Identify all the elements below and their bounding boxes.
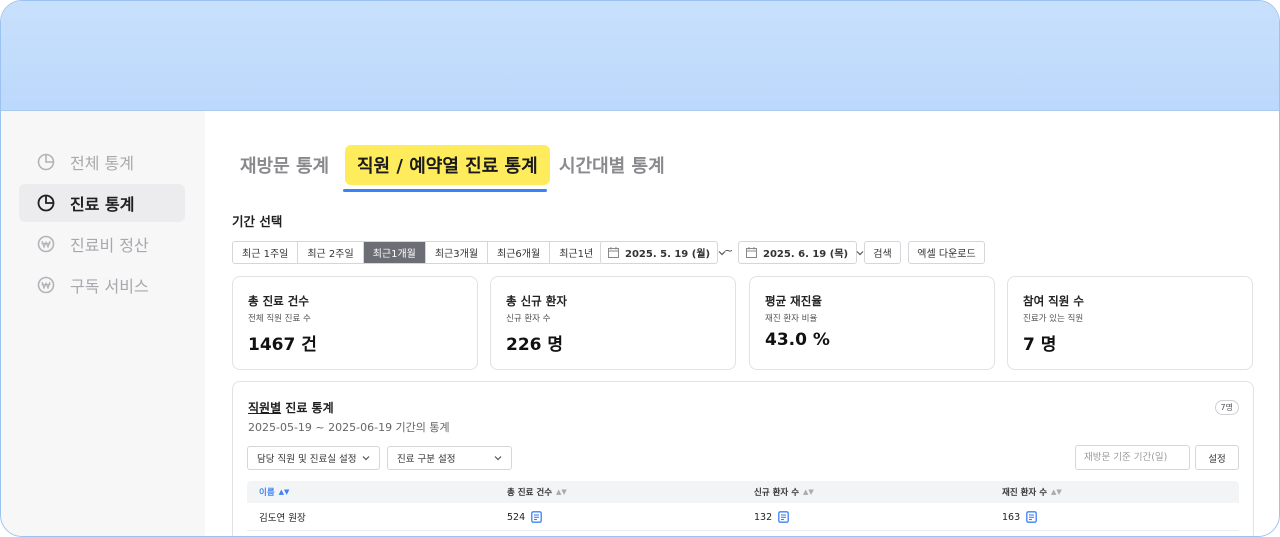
stat-card-total-visits: 총 진료 건수 전체 직원 진료 수 1467 건 — [232, 276, 478, 370]
won-icon — [37, 276, 55, 294]
card-value: 1467 건 — [248, 335, 317, 355]
sort-icon: ▲▼ — [278, 488, 290, 496]
column-header-returning[interactable]: 재진 환자 수 ▲▼ — [1002, 481, 1062, 503]
treatment-type-filter-dropdown[interactable]: 진료 구분 설정 — [387, 446, 512, 470]
column-header-new[interactable]: 신규 환자 수 ▲▼ — [754, 481, 814, 503]
tab-revisit-stats[interactable]: 재방문 통계 — [240, 145, 329, 185]
column-header-name[interactable]: 이름 ▲▼ — [259, 481, 289, 503]
card-title: 참여 직원 수 — [1023, 294, 1084, 308]
stat-card-revisit-rate: 평균 재진율 재진 환자 비율 43.0 % — [749, 276, 995, 370]
won-icon — [37, 235, 55, 253]
staff-count-badge: 7명 — [1214, 400, 1239, 415]
date-range-separator: ~ — [724, 244, 734, 257]
card-title: 총 신규 환자 — [506, 294, 567, 308]
cell-value: 163 — [1002, 511, 1021, 523]
chevron-down-icon — [856, 250, 864, 256]
card-title: 평균 재진율 — [765, 294, 822, 308]
card-value: 226 명 — [506, 335, 564, 355]
sidebar-item-label: 진료 통계 — [70, 195, 135, 214]
sidebar-item-subscription[interactable]: 구독 서비스 — [19, 266, 185, 304]
pie-chart-icon — [37, 153, 55, 171]
column-header-label: 재진 환자 수 — [1002, 488, 1048, 498]
dropdown-label: 진료 구분 설정 — [397, 454, 456, 465]
column-header-label: 신규 환자 수 — [754, 488, 800, 498]
table-header: 이름 ▲▼ 총 진료 건수 ▲▼ 신규 환자 수 ▲▼ 재진 환자 수 ▲▼ — [247, 481, 1239, 503]
sidebar-item-billing[interactable]: 진료비 정산 — [19, 225, 185, 263]
document-icon[interactable] — [1026, 511, 1037, 523]
end-date-value: 2025. 6. 19 (목) — [763, 249, 849, 260]
cell-name: 김도연 원장 — [259, 513, 306, 524]
period-range-selector: 최근 1주일 최근 2주일 최근1개월 최근3개월 최근6개월 최근1년 — [232, 241, 604, 264]
panel-subtitle: 2025-05-19 ~ 2025-06-19 기간의 통계 — [248, 421, 450, 434]
range-1-month-button[interactable]: 최근1개월 — [363, 242, 426, 263]
document-icon[interactable] — [778, 511, 789, 523]
period-label: 기간 선택 — [232, 214, 283, 229]
main-content: 재방문 통계 직원 / 예약열 진료 통계 시간대별 통계 기간 선택 최근 1… — [205, 111, 1279, 536]
sidebar-item-label: 전체 통계 — [70, 154, 134, 173]
sidebar-item-label: 구독 서비스 — [70, 277, 149, 296]
sidebar-item-label: 진료비 정산 — [70, 236, 149, 255]
excel-download-button[interactable]: 엑셀 다운로드 — [908, 241, 985, 264]
start-date-picker[interactable]: 2025. 5. 19 (월) — [600, 241, 726, 264]
range-2-weeks-button[interactable]: 최근 2주일 — [298, 242, 364, 263]
cell-returning: 163 — [1002, 503, 1037, 531]
header-banner — [1, 1, 1279, 111]
document-icon[interactable] — [531, 511, 542, 523]
column-header-label: 총 진료 건수 — [507, 488, 553, 498]
cell-value: 524 — [507, 511, 526, 523]
cell-value: 132 — [754, 511, 773, 523]
tab-hourly-stats[interactable]: 시간대별 통계 — [559, 145, 665, 185]
card-value: 7 명 — [1023, 335, 1057, 355]
card-value: 43.0 % — [765, 330, 830, 350]
panel-title: 직원별 진료 통계 — [248, 399, 334, 416]
sort-icon: ▲▼ — [1051, 488, 1062, 496]
sidebar: 전체 통계 진료 통계 진료비 정산 구독 서비스 — [1, 111, 205, 536]
range-1-week-button[interactable]: 최근 1주일 — [233, 242, 299, 263]
end-date-picker[interactable]: 2025. 6. 19 (목) — [738, 241, 864, 264]
column-header-label: 이름 — [259, 488, 275, 498]
pie-chart-icon — [37, 194, 55, 212]
revisit-period-input[interactable] — [1075, 445, 1190, 470]
set-button[interactable]: 설정 — [1195, 445, 1239, 470]
panel-title-rest: 진료 통계 — [281, 401, 334, 415]
card-subtitle: 전체 직원 진료 수 — [248, 314, 311, 324]
stat-card-new-patients: 총 신규 환자 신규 환자 수 226 명 — [490, 276, 736, 370]
staff-room-filter-dropdown[interactable]: 담당 직원 및 진료실 설정 — [247, 446, 380, 470]
stat-card-staff-count: 참여 직원 수 진료가 있는 직원 7 명 — [1007, 276, 1253, 370]
sort-icon: ▲▼ — [556, 488, 567, 496]
range-1-year-button[interactable]: 최근1년 — [550, 242, 603, 263]
sort-icon: ▲▼ — [803, 488, 814, 496]
dropdown-label: 담당 직원 및 진료실 설정 — [257, 454, 357, 465]
chevron-down-icon — [494, 453, 502, 464]
search-button[interactable]: 검색 — [864, 241, 901, 264]
chevron-down-icon — [362, 453, 370, 464]
calendar-icon — [608, 247, 619, 258]
calendar-icon — [746, 247, 757, 258]
sidebar-item-treatment-stats[interactable]: 진료 통계 — [19, 184, 185, 222]
range-3-months-button[interactable]: 최근3개월 — [425, 242, 489, 263]
sidebar-item-overall-stats[interactable]: 전체 통계 — [19, 143, 185, 181]
tab-staff-reservation-stats[interactable]: 직원 / 예약열 진료 통계 — [345, 145, 550, 185]
card-subtitle: 재진 환자 비율 — [765, 314, 818, 324]
column-header-total[interactable]: 총 진료 건수 ▲▼ — [507, 481, 567, 503]
range-6-months-button[interactable]: 최근6개월 — [488, 242, 551, 263]
cell-total: 524 — [507, 503, 542, 531]
app-window: 전체 통계 진료 통계 진료비 정산 구독 서비스 재방문 통계 직원 / 예약… — [0, 0, 1280, 537]
cell-new: 132 — [754, 503, 789, 531]
start-date-value: 2025. 5. 19 (월) — [625, 249, 711, 260]
active-tab-indicator — [343, 189, 547, 192]
table-row[interactable]: 김도연 원장 524 132 163 — [247, 503, 1239, 531]
card-title: 총 진료 건수 — [248, 294, 309, 308]
card-subtitle: 신규 환자 수 — [506, 314, 551, 324]
panel-title-underlined: 직원별 — [248, 401, 282, 415]
card-subtitle: 진료가 있는 직원 — [1023, 314, 1084, 324]
staff-stats-panel: 직원별 진료 통계 2025-05-19 ~ 2025-06-19 기간의 통계… — [232, 381, 1254, 536]
